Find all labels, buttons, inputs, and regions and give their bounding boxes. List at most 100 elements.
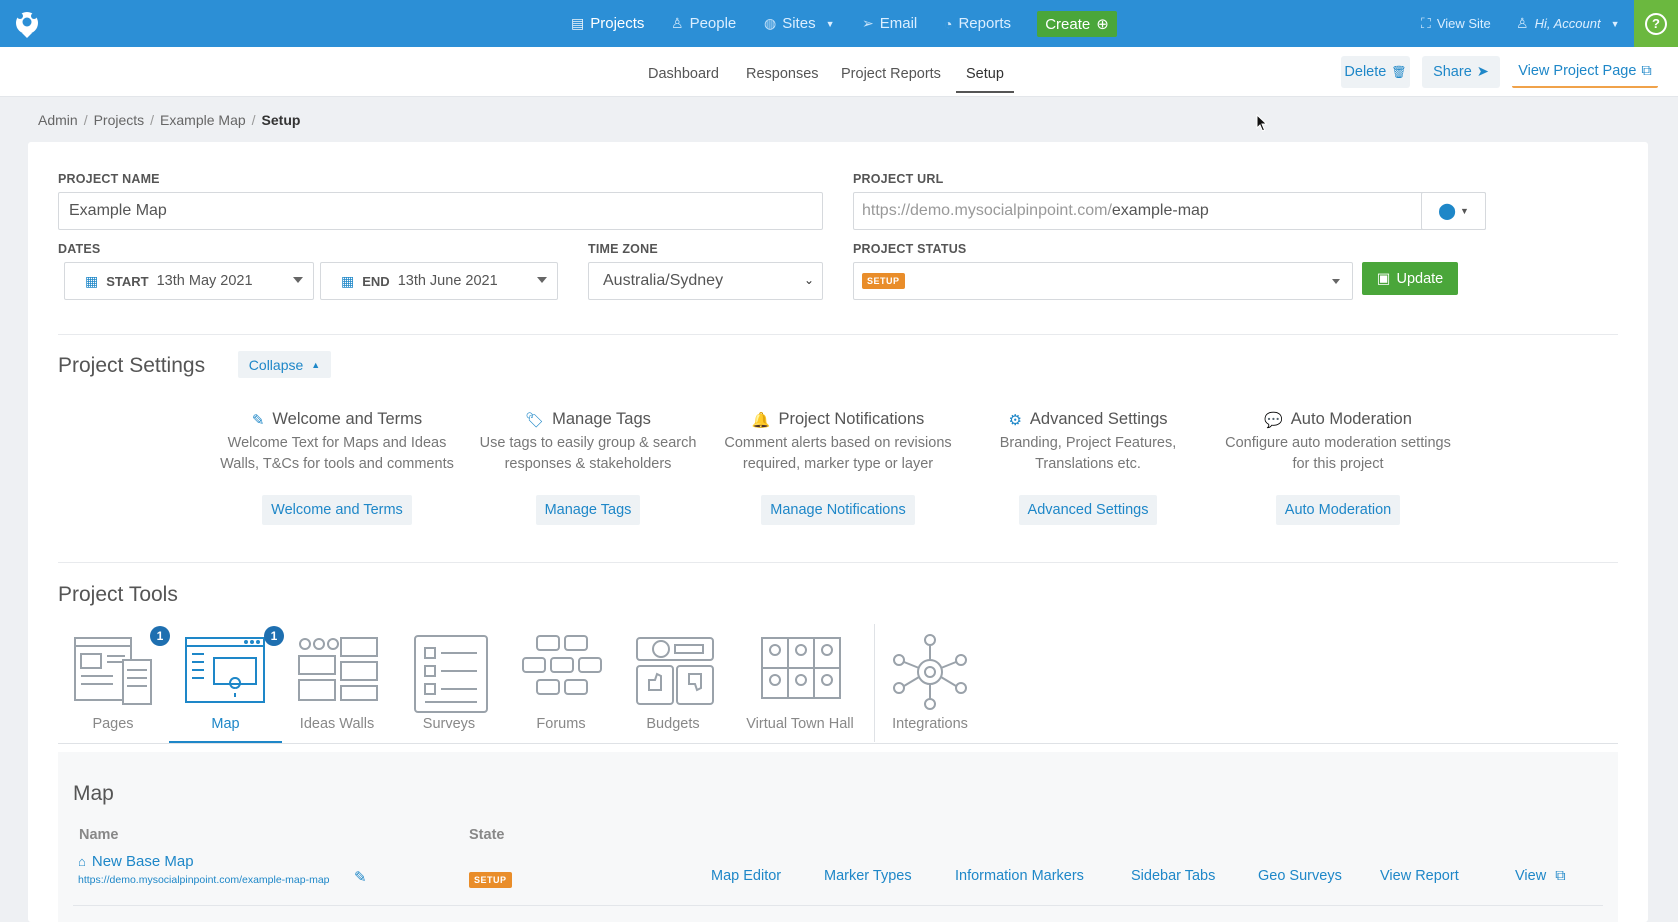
project-subnav: Dashboard Responses Project Reports Setu… — [0, 47, 1678, 97]
breadcrumb: Admin / Projects / Example Map / Setup — [38, 112, 301, 128]
map-url-link[interactable]: https://demo.mysocialpinpoint.com/exampl… — [78, 874, 330, 886]
update-button[interactable]: ▣ Update — [1362, 262, 1458, 295]
view-project-page-button[interactable]: View Project Page ⧉ — [1512, 56, 1658, 88]
create-button[interactable]: Create ⊕ — [1037, 11, 1117, 37]
view-report-link[interactable]: View Report — [1380, 868, 1459, 884]
trash-icon: 🗑 — [1391, 65, 1407, 79]
caret-down-icon: ▼ — [825, 18, 835, 29]
map-section-title: Map — [73, 782, 114, 805]
nav-projects[interactable]: ▤ Projects — [571, 0, 644, 47]
divider — [58, 562, 1618, 563]
caret-down-icon: ▼ — [1610, 18, 1620, 29]
column-state: State — [469, 827, 505, 843]
dates-label: DATES — [58, 242, 101, 256]
sidebar-tabs-link[interactable]: Sidebar Tabs — [1131, 868, 1215, 884]
help-button[interactable]: ? — [1634, 0, 1678, 47]
calendar-icon: ▦ — [85, 272, 99, 289]
project-url-input[interactable]: https://demo.mysocialpinpoint.com/exampl… — [853, 192, 1486, 230]
pencil-icon[interactable]: ✎ — [354, 868, 367, 886]
auto-moderation-button[interactable]: Auto Moderation — [1275, 495, 1401, 525]
caret-down-icon — [293, 277, 303, 283]
map-name-link[interactable]: ⌂ New Base Map — [78, 853, 194, 870]
pencil-icon: ✎ — [251, 411, 265, 429]
nav-reports[interactable]: ◔ Reports — [944, 0, 1011, 47]
ideas-wall-icon — [298, 637, 378, 701]
save-icon: ▣ — [1376, 270, 1391, 287]
breadcrumb-projects[interactable]: Projects — [94, 112, 145, 128]
collapse-button[interactable]: Collapse ▲ — [238, 351, 331, 378]
plus-circle-icon: ⊕ — [1096, 16, 1109, 33]
external-link-icon: ⧉ — [1555, 868, 1566, 884]
logo-icon[interactable] — [12, 9, 42, 39]
mouse-cursor-icon — [1256, 114, 1268, 132]
paper-plane-icon: ➢ — [862, 15, 874, 31]
divider — [73, 905, 1603, 906]
map-section: Map Name State ⌂ New Base Map https://de… — [58, 752, 1618, 922]
delete-button[interactable]: Delete 🗑 — [1341, 56, 1410, 88]
share-button[interactable]: Share ➤ — [1422, 56, 1500, 88]
tab-setup[interactable]: Setup — [956, 66, 1014, 93]
globe-icon: ◍ — [764, 15, 777, 31]
tab-responses[interactable]: Responses — [746, 66, 819, 82]
home-icon: ⌂ — [78, 854, 86, 869]
map-pin-icon: ⬤ — [1438, 203, 1456, 220]
view-link[interactable]: View ⧉ — [1515, 868, 1566, 884]
information-markers-link[interactable]: Information Markers — [955, 868, 1084, 884]
time-zone-select[interactable]: Australia/Sydney ⌄ — [588, 262, 823, 300]
count-badge: 1 — [150, 626, 170, 646]
manage-notifications-button[interactable]: Manage Notifications — [761, 495, 915, 525]
nav-email[interactable]: ➢ Email — [862, 0, 917, 47]
sitemap-icon: ⛶ — [1421, 15, 1431, 31]
time-zone-label: TIME ZONE — [588, 242, 658, 256]
status-badge: SETUP — [862, 273, 905, 289]
end-date-picker[interactable]: ▦ END 13th June 2021 — [320, 262, 558, 300]
view-site-link[interactable]: ⛶ View Site — [1421, 0, 1491, 47]
setting-project-notifications: 🔔 Project Notifications Comment alerts ba… — [713, 410, 963, 525]
breadcrumb-example-map[interactable]: Example Map — [160, 112, 246, 128]
question-icon: ? — [1645, 12, 1667, 35]
bell-icon: 🔔 — [751, 411, 771, 429]
divider — [58, 743, 1618, 744]
map-editor-link[interactable]: Map Editor — [711, 868, 781, 884]
project-status-select[interactable]: SETUP — [853, 262, 1353, 300]
start-date-picker[interactable]: ▦ START 13th May 2021 — [64, 262, 314, 300]
breadcrumb-admin[interactable]: Admin — [38, 112, 78, 128]
welcome-terms-button[interactable]: Welcome and Terms — [262, 495, 412, 525]
gauge-icon: ◔ — [944, 15, 953, 32]
marker-types-link[interactable]: Marker Types — [824, 868, 912, 884]
user-icon: ♙ — [1516, 15, 1529, 31]
tag-icon: 🏷 — [525, 411, 545, 429]
project-name-label: PROJECT NAME — [58, 172, 160, 186]
account-menu[interactable]: ♙ Hi, Account ▼ — [1516, 0, 1619, 47]
setting-welcome-terms: ✎ Welcome and Terms Welcome Text for Maps… — [212, 410, 462, 525]
comment-icon: 💬 — [1264, 411, 1283, 429]
project-name-input[interactable]: Example Map — [58, 192, 823, 230]
status-badge: SETUP — [469, 872, 512, 888]
manage-tags-button[interactable]: Manage Tags — [535, 495, 641, 525]
column-name: Name — [79, 827, 119, 843]
nav-people[interactable]: ♙ People — [671, 0, 736, 47]
chevron-down-icon: ⌄ — [803, 273, 814, 287]
gear-icon: ⚙ — [1008, 411, 1022, 429]
survey-icon — [414, 635, 488, 713]
caret-up-icon: ▲ — [311, 359, 321, 370]
project-tools-title: Project Tools — [58, 583, 178, 606]
setting-manage-tags: 🏷 Manage Tags Use tags to easily group & … — [463, 410, 713, 525]
url-location-dropdown[interactable]: ⬤ ▼ — [1421, 192, 1486, 230]
setting-advanced: ⚙ Advanced Settings Branding, Project Fea… — [963, 410, 1213, 525]
nav-sites[interactable]: ◍ Sites ▼ — [764, 0, 835, 47]
setting-auto-moderation: 💬 Auto Moderation Configure auto moderati… — [1213, 410, 1463, 525]
external-link-icon: ⧉ — [1641, 63, 1652, 79]
caret-down-icon — [537, 277, 547, 283]
advanced-settings-button[interactable]: Advanced Settings — [1018, 495, 1158, 525]
person-icon: ♙ — [671, 15, 684, 31]
integrations-icon — [893, 634, 967, 710]
tab-dashboard[interactable]: Dashboard — [648, 66, 719, 82]
map-tool-icon — [185, 637, 265, 703]
share-arrow-icon: ➤ — [1476, 64, 1489, 80]
forum-icon — [522, 635, 602, 695]
caret-down-icon — [1332, 279, 1340, 284]
breadcrumb-current: Setup — [261, 112, 301, 128]
tab-project-reports[interactable]: Project Reports — [841, 66, 941, 82]
geo-surveys-link[interactable]: Geo Surveys — [1258, 868, 1342, 884]
